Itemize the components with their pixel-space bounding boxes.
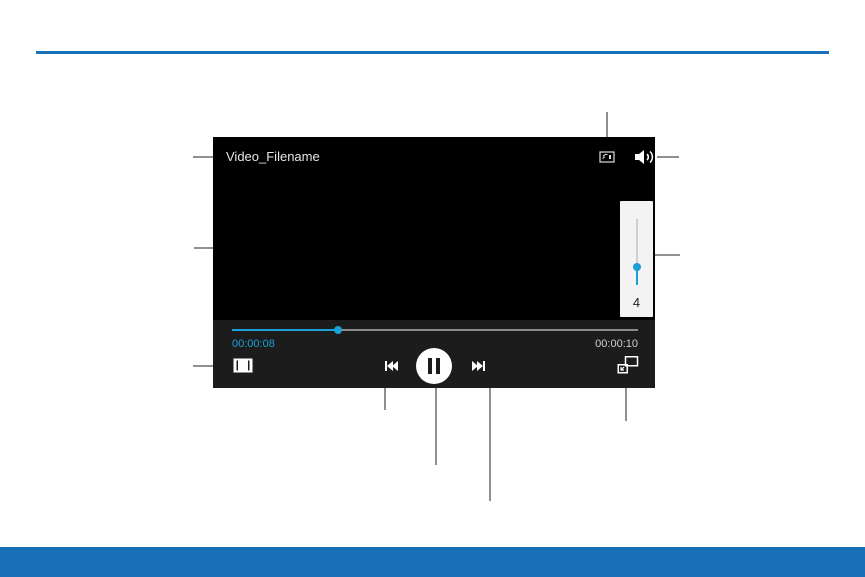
screen-mirroring-icon[interactable] — [599, 150, 615, 164]
aspect-ratio-icon[interactable] — [233, 358, 253, 373]
total-time: 00:00:10 — [595, 338, 638, 350]
footer-bar — [0, 547, 865, 577]
video-player[interactable]: Video_Filename 4 00:00:08 00:00:10 — [213, 137, 655, 388]
pause-button[interactable] — [416, 348, 452, 384]
elapsed-time: 00:00:08 — [232, 338, 275, 350]
volume-slider-thumb[interactable] — [633, 263, 641, 271]
seek-bar-thumb[interactable] — [334, 326, 342, 334]
popup-player-icon[interactable] — [617, 356, 639, 374]
video-title: Video_Filename — [226, 149, 320, 164]
seek-bar-progress — [232, 329, 338, 331]
skip-next-icon[interactable] — [471, 360, 487, 372]
header-rule — [36, 51, 829, 54]
pause-icon — [428, 358, 440, 374]
volume-panel[interactable]: 4 — [620, 201, 653, 317]
speaker-icon[interactable] — [633, 149, 655, 165]
skip-previous-icon[interactable] — [383, 360, 399, 372]
volume-level: 4 — [632, 295, 641, 310]
control-bar: 00:00:08 00:00:10 — [213, 320, 655, 388]
